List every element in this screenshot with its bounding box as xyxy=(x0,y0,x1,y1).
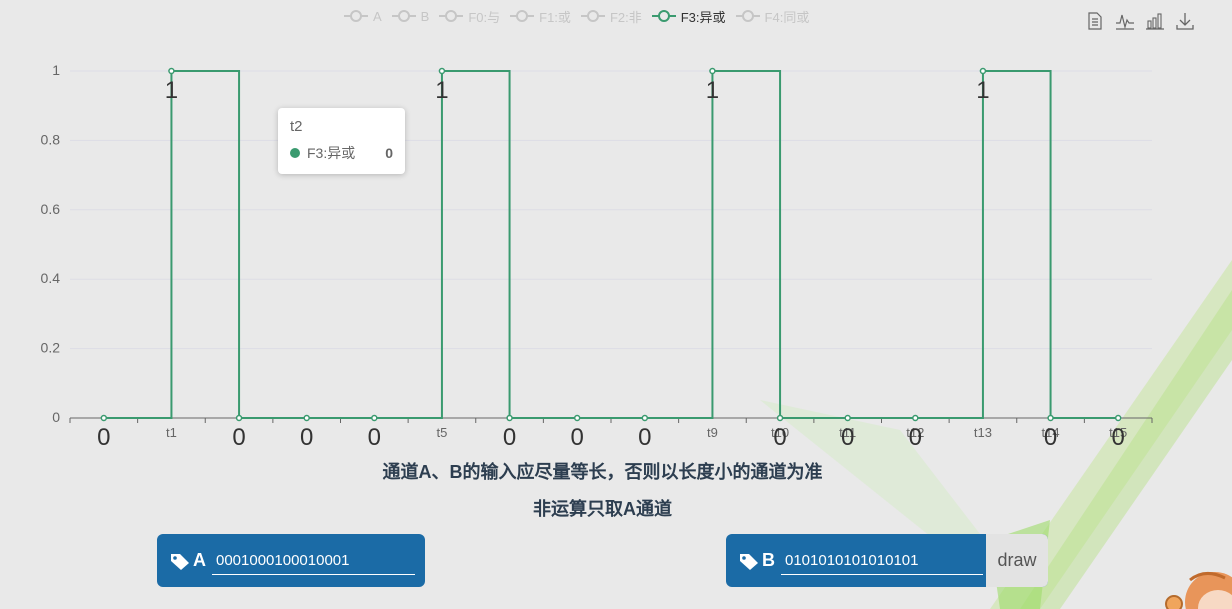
input-length-note: 通道A、B的输入应尽量等长，否则以长度小的通道为准 xyxy=(382,462,823,482)
data-label: 1 xyxy=(706,77,719,104)
y-tick-label: 0.8 xyxy=(41,131,61,147)
data-label: 0 xyxy=(368,424,381,451)
tooltip-row: F3:异或 0 xyxy=(290,143,393,163)
tag-icon xyxy=(171,553,189,570)
step-line-chart: 00.20.40.60.81t1 t5 t9 t10 t11 t12 t13 t14 t1501… xyxy=(41,62,1153,451)
data-label: 0 xyxy=(232,424,245,451)
data-point xyxy=(912,414,919,422)
x-tick-label: t1 xyxy=(166,425,177,440)
data-label: 0 xyxy=(638,424,651,451)
channel-b-label: B xyxy=(738,550,775,571)
data-point xyxy=(1114,414,1122,422)
data-label: 0 xyxy=(503,424,516,451)
channel-b-input[interactable] xyxy=(781,546,983,575)
data-label: 1 xyxy=(976,77,989,104)
data-point xyxy=(641,414,649,422)
data-point xyxy=(438,67,446,75)
tooltip-series-name: F3:异或 xyxy=(307,145,356,161)
data-point xyxy=(776,414,784,422)
channel-a-label: A xyxy=(169,550,206,571)
tag-icon xyxy=(740,553,758,570)
x-tick-label: t5 xyxy=(437,425,448,440)
y-tick-label: 0.6 xyxy=(41,201,61,217)
channel-b-letter: B xyxy=(762,550,775,570)
channel-b-input-group: B draw xyxy=(726,534,1048,587)
x-tick-label: t9 xyxy=(707,425,718,440)
data-point xyxy=(1047,414,1054,422)
data-point xyxy=(303,414,310,422)
draw-button[interactable]: draw xyxy=(986,534,1048,587)
tooltip-title: t2 xyxy=(290,118,303,135)
data-point xyxy=(844,414,851,422)
data-label: 0 xyxy=(97,424,110,451)
channel-a-input[interactable] xyxy=(212,546,415,575)
x-tick-label: t13 xyxy=(974,425,992,440)
data-point xyxy=(979,67,987,75)
data-label: 0 xyxy=(1044,424,1057,451)
data-label: 1 xyxy=(165,77,178,104)
mascot-image xyxy=(1165,572,1232,609)
data-label: 0 xyxy=(571,424,584,451)
data-label: 0 xyxy=(909,424,922,451)
data-point xyxy=(573,414,581,422)
data-label: 1 xyxy=(435,77,448,104)
channel-a-input-group: A xyxy=(157,534,425,587)
y-tick-label: 0.4 xyxy=(41,270,61,286)
not-operation-note: 非运算只取A通道 xyxy=(533,499,672,519)
data-point xyxy=(709,67,716,75)
data-label: 0 xyxy=(300,424,313,451)
chart-tooltip: t2 F3:异或 0 xyxy=(278,108,405,174)
data-point xyxy=(235,414,243,422)
tooltip-value: 0 xyxy=(385,145,393,161)
series-line-f3 xyxy=(103,70,1119,419)
y-tick-label: 0 xyxy=(52,409,60,425)
data-point xyxy=(371,414,378,422)
data-point xyxy=(506,414,513,422)
data-point xyxy=(168,67,175,75)
y-tick-label: 0.2 xyxy=(41,340,61,356)
y-tick-label: 1 xyxy=(52,62,60,78)
series-color-dot xyxy=(290,148,300,158)
channel-a-letter: A xyxy=(193,550,206,570)
data-label: 0 xyxy=(773,424,786,451)
data-point xyxy=(100,414,108,422)
data-label: 0 xyxy=(841,424,854,451)
data-label: 0 xyxy=(1112,424,1125,451)
